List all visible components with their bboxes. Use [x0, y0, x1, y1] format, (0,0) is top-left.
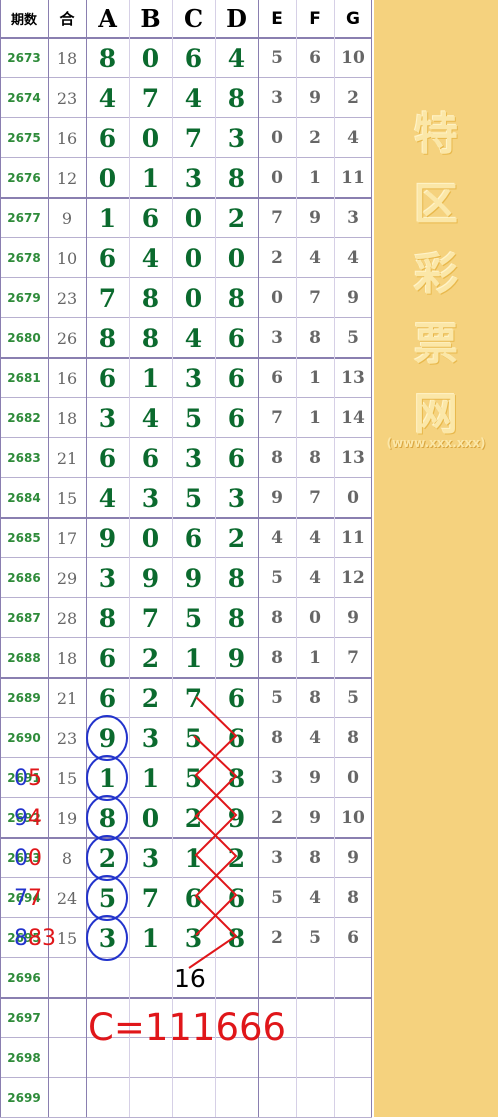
annotation-overlay [86, 696, 238, 969]
zigzag-line [194, 696, 238, 936]
left-note: 883 [14, 926, 56, 951]
blue-oval [86, 795, 128, 841]
left-note: 05 [14, 766, 42, 791]
blue-oval [86, 715, 128, 761]
left-note: 77 [14, 886, 42, 911]
count-label: 16 [174, 964, 206, 993]
zigzag-line [188, 735, 238, 969]
blue-oval [86, 755, 128, 801]
left-note: 00 [14, 846, 42, 871]
blue-oval [86, 875, 128, 921]
left-note: 94 [14, 806, 42, 831]
blue-oval [86, 835, 128, 881]
blue-oval [86, 915, 128, 961]
formula-label: C=111666 [88, 1006, 287, 1049]
